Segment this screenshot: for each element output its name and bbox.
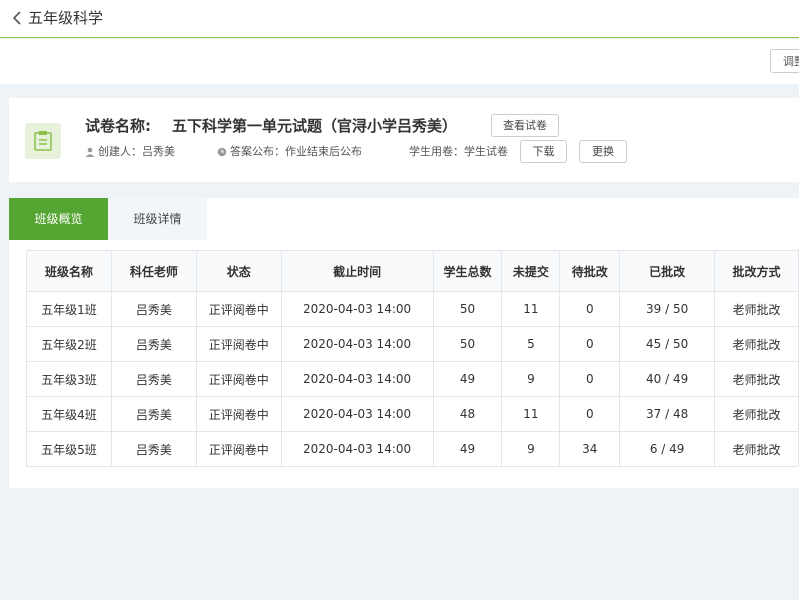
header-total-students: 学生总数 [432, 250, 503, 292]
cell-not-submitted: 11 [501, 291, 561, 327]
view-paper-button[interactable]: 查看试卷 [491, 114, 559, 137]
cell-deadline: 2020-04-03 14:00 [280, 396, 434, 432]
cell-total-students: 50 [432, 291, 503, 327]
table-row[interactable]: 五年级1班 吕秀美 正评阅卷中 2020-04-03 14:00 50 11 0… [26, 291, 799, 327]
cell-pending: 0 [559, 396, 621, 432]
cell-teacher: 吕秀美 [110, 361, 197, 397]
top-bar: 五年级科学 [0, 0, 799, 38]
cell-status: 正评阅卷中 [195, 396, 282, 432]
table-row[interactable]: 五年级3班 吕秀美 正评阅卷中 2020-04-03 14:00 49 9 0 … [26, 361, 799, 397]
cell-class-name: 五年级5班 [26, 431, 112, 467]
cell-not-submitted: 11 [501, 396, 561, 432]
header-deadline: 截止时间 [280, 250, 434, 292]
cell-grading-method: 老师批改 [714, 326, 799, 362]
table-header-row: 班级名称 科任老师 状态 截止时间 学生总数 未提交 待批改 已批改 批改方式 [26, 250, 799, 292]
toolbar: 调整 [0, 39, 799, 84]
chevron-left-icon[interactable] [10, 9, 24, 27]
paper-name: 五下科学第一单元试题（官浔小学吕秀美） [172, 117, 458, 135]
cell-pending: 34 [559, 431, 621, 467]
header-teacher: 科任老师 [110, 250, 197, 292]
cell-pending: 0 [559, 361, 621, 397]
cell-pending: 0 [559, 326, 621, 362]
cell-deadline: 2020-04-03 14:00 [280, 361, 434, 397]
replace-button[interactable]: 更换 [579, 140, 627, 163]
cell-grading-method: 老师批改 [714, 431, 799, 467]
header-pending: 待批改 [559, 250, 621, 292]
cell-status: 正评阅卷中 [195, 361, 282, 397]
adjust-button[interactable]: 调整 [770, 49, 799, 73]
cell-class-name: 五年级4班 [26, 396, 112, 432]
cell-teacher: 吕秀美 [110, 431, 197, 467]
cell-graded: 39 / 50 [619, 291, 716, 327]
cell-grading-method: 老师批改 [714, 361, 799, 397]
answer-release-text: 答案公布：作业结束后公布 [230, 145, 362, 158]
cell-total-students: 48 [432, 396, 503, 432]
table-row[interactable]: 五年级5班 吕秀美 正评阅卷中 2020-04-03 14:00 49 9 34… [26, 431, 799, 467]
header-not-submitted: 未提交 [501, 250, 561, 292]
class-table: 班级名称 科任老师 状态 截止时间 学生总数 未提交 待批改 已批改 批改方式 … [26, 250, 799, 467]
answer-release-info: 答案公布：作业结束后公布 [217, 145, 362, 161]
document-icon [25, 123, 61, 159]
header-grading-method: 批改方式 [714, 250, 799, 292]
class-panel: 班级概览 班级详情 班级名称 科任老师 状态 截止时间 学生总数 未提交 待批改… [9, 198, 799, 488]
cell-not-submitted: 9 [501, 361, 561, 397]
paper-name-label: 试卷名称: [85, 117, 151, 135]
cell-pending: 0 [559, 291, 621, 327]
cell-deadline: 2020-04-03 14:00 [280, 291, 434, 327]
creator-info: 创建人：吕秀美 [85, 145, 175, 161]
cell-graded: 6 / 49 [619, 431, 716, 467]
table-row[interactable]: 五年级4班 吕秀美 正评阅卷中 2020-04-03 14:00 48 11 0… [26, 396, 799, 432]
cell-grading-method: 老师批改 [714, 291, 799, 327]
cell-deadline: 2020-04-03 14:00 [280, 326, 434, 362]
cell-class-name: 五年级2班 [26, 326, 112, 362]
cell-class-name: 五年级3班 [26, 361, 112, 397]
header-status: 状态 [195, 250, 282, 292]
cell-total-students: 49 [432, 431, 503, 467]
cell-graded: 40 / 49 [619, 361, 716, 397]
tab-class-details[interactable]: 班级详情 [108, 198, 207, 240]
cell-not-submitted: 9 [501, 431, 561, 467]
header-class-name: 班级名称 [26, 250, 112, 292]
user-icon [85, 147, 95, 161]
cell-deadline: 2020-04-03 14:00 [280, 431, 434, 467]
tab-class-overview[interactable]: 班级概览 [9, 198, 108, 240]
clock-icon [217, 147, 227, 161]
cell-status: 正评阅卷中 [195, 431, 282, 467]
cell-status: 正评阅卷中 [195, 291, 282, 327]
student-paper-text: 学生用卷：学生试卷 [409, 145, 508, 158]
cell-total-students: 50 [432, 326, 503, 362]
creator-text: 创建人：吕秀美 [98, 145, 175, 158]
cell-teacher: 吕秀美 [110, 396, 197, 432]
paper-info-card: 试卷名称: 五下科学第一单元试题（官浔小学吕秀美） 查看试卷 创建人：吕秀美 答… [9, 98, 799, 182]
cell-class-name: 五年级1班 [26, 291, 112, 327]
cell-not-submitted: 5 [501, 326, 561, 362]
cell-total-students: 49 [432, 361, 503, 397]
cell-graded: 37 / 48 [619, 396, 716, 432]
cell-teacher: 吕秀美 [110, 326, 197, 362]
header-graded: 已批改 [619, 250, 716, 292]
cell-graded: 45 / 50 [619, 326, 716, 362]
cell-teacher: 吕秀美 [110, 291, 197, 327]
table-row[interactable]: 五年级2班 吕秀美 正评阅卷中 2020-04-03 14:00 50 5 0 … [26, 326, 799, 362]
download-button[interactable]: 下载 [520, 140, 567, 163]
cell-status: 正评阅卷中 [195, 326, 282, 362]
cell-grading-method: 老师批改 [714, 396, 799, 432]
page-title: 五年级科学 [28, 9, 104, 27]
